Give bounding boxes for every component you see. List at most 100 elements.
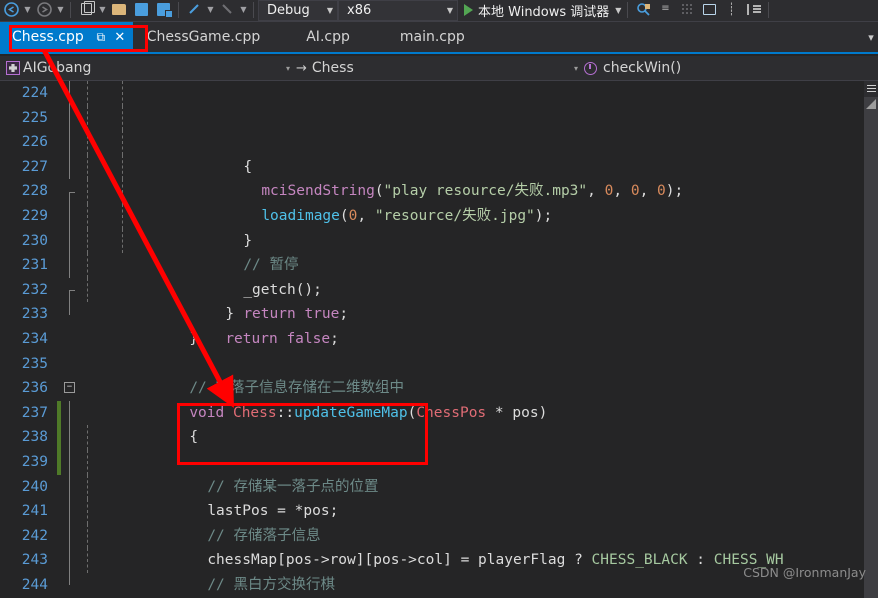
fold-column[interactable] bbox=[62, 179, 78, 204]
new-item-button[interactable] bbox=[75, 0, 97, 20]
back-dropdown-caret[interactable]: ▼ bbox=[22, 0, 33, 21]
fold-column[interactable] bbox=[62, 327, 78, 352]
code-text: lastPos = *pos; bbox=[78, 449, 864, 519]
fold-column[interactable] bbox=[62, 278, 78, 303]
new-item-dropdown-caret[interactable]: ▼ bbox=[97, 0, 108, 21]
toggle-panel-button[interactable]: ┊ bbox=[720, 0, 742, 20]
line-number: 226 bbox=[21, 134, 48, 151]
code-line[interactable]: 244 } bbox=[0, 572, 864, 598]
forward-navigate-button[interactable] bbox=[33, 0, 55, 20]
fold-column[interactable] bbox=[62, 228, 78, 254]
scrollbar-thumb[interactable] bbox=[866, 99, 876, 109]
code-line[interactable]: 224 { bbox=[0, 81, 864, 175]
magnifier-icon bbox=[637, 3, 650, 16]
solution-configuration-combo[interactable]: Debug ▼ bbox=[258, 0, 338, 21]
line-number: 234 bbox=[21, 330, 48, 347]
code-line[interactable]: 234 bbox=[0, 327, 864, 352]
tab-overflow-button[interactable]: ▾ bbox=[864, 22, 878, 52]
undo-dropdown-caret[interactable]: ▼ bbox=[205, 0, 216, 21]
fold-column[interactable] bbox=[62, 523, 78, 549]
save-button[interactable] bbox=[130, 0, 152, 20]
close-icon[interactable]: ✕ bbox=[113, 29, 127, 45]
code-token: Chess bbox=[232, 404, 277, 421]
tab-ai-cpp[interactable]: AI.cpp bbox=[272, 22, 380, 52]
forward-dropdown-caret[interactable]: ▼ bbox=[55, 0, 66, 21]
navbar-member-dropdown[interactable]: checkWin() bbox=[578, 56, 878, 81]
code-line[interactable]: 241 chessMap[pos->row][pos->col] = playe… bbox=[0, 499, 864, 568]
tab-main-cpp[interactable]: main.cpp bbox=[380, 22, 499, 52]
tab-chessgame-cpp[interactable]: ChessGame.cpp bbox=[135, 22, 272, 52]
code-line[interactable]: 233 } bbox=[0, 302, 864, 347]
fold-line bbox=[69, 474, 70, 500]
fold-column[interactable] bbox=[62, 352, 78, 377]
fold-line bbox=[69, 302, 70, 315]
code-token: -> bbox=[399, 552, 417, 569]
code-line[interactable]: 227 } bbox=[0, 154, 864, 249]
fold-column[interactable] bbox=[62, 105, 78, 131]
code-editor[interactable]: 224 { 225 mciSendString("play resource/失… bbox=[0, 81, 878, 598]
fold-column[interactable] bbox=[62, 130, 78, 155]
fold-column[interactable]: − bbox=[62, 376, 78, 401]
save-all-button[interactable] bbox=[152, 0, 174, 20]
code-line[interactable]: 240 // 存储落子信息 bbox=[0, 474, 864, 544]
code-line[interactable]: 242 // 黑白方交换行棋 bbox=[0, 523, 864, 593]
code-line[interactable]: 230 return true; bbox=[0, 228, 864, 322]
code-line[interactable]: 235 // 将落子信息存储在二维数组中 bbox=[0, 352, 864, 397]
code-line[interactable]: 238 // 存储某一落子点的位置 bbox=[0, 425, 864, 495]
code-line[interactable]: 225 mciSendString("play resource/失败.mp3"… bbox=[0, 105, 864, 199]
code-token: 0 bbox=[657, 183, 666, 200]
task-list-button[interactable] bbox=[742, 0, 764, 20]
collapse-toggle[interactable]: − bbox=[64, 382, 75, 394]
navbar-project-dropdown[interactable]: AIGobang ▾ bbox=[0, 56, 290, 81]
code-token: , bbox=[613, 183, 631, 200]
redo-dropdown-caret[interactable]: ▼ bbox=[238, 0, 249, 21]
code-line[interactable]: 236 − void Chess::updateGameMap(ChessPos… bbox=[0, 376, 864, 421]
code-line[interactable]: 239 lastPos = *pos; bbox=[0, 449, 864, 519]
fold-column[interactable] bbox=[62, 81, 78, 106]
code-token: return bbox=[243, 306, 296, 323]
redo-button[interactable] bbox=[216, 0, 238, 20]
vertical-scrollbar[interactable] bbox=[864, 81, 878, 598]
start-debugging-button[interactable]: 本地 Windows 调试器 ▼ bbox=[458, 0, 623, 21]
fold-column[interactable] bbox=[62, 203, 78, 229]
toolbar-group-navigate: ▼ ▼ bbox=[0, 0, 66, 21]
code-line[interactable]: 226 loadimage(0, "resource/失败.jpg"); bbox=[0, 130, 864, 224]
toolbar-overflow-button[interactable] bbox=[676, 0, 698, 20]
toolbar-group-file: ▼ bbox=[75, 0, 174, 21]
open-file-button[interactable] bbox=[108, 0, 130, 20]
solution-platform-combo[interactable]: x86 ▼ bbox=[338, 0, 458, 21]
fold-column[interactable] bbox=[62, 572, 78, 598]
code-line[interactable]: 231 } bbox=[0, 253, 864, 322]
fold-column[interactable] bbox=[62, 499, 78, 524]
code-token: lastPos bbox=[207, 503, 269, 520]
window-icon bbox=[702, 3, 716, 15]
undo-button[interactable] bbox=[183, 0, 205, 20]
fold-line bbox=[69, 203, 70, 229]
debug-target-caret-icon[interactable]: ▼ bbox=[615, 6, 621, 15]
fold-column[interactable] bbox=[62, 400, 78, 426]
window-layout-button[interactable] bbox=[698, 0, 720, 20]
tab-chess-cpp[interactable]: Chess.cpp ⧉ ✕ bbox=[0, 22, 133, 52]
indent-guide bbox=[122, 228, 123, 254]
fold-column[interactable] bbox=[62, 154, 78, 180]
fold-column[interactable] bbox=[62, 548, 78, 573]
back-navigate-button[interactable] bbox=[0, 0, 22, 20]
fold-column[interactable] bbox=[62, 302, 78, 327]
fold-column[interactable] bbox=[62, 449, 78, 475]
attach-process-button[interactable] bbox=[632, 0, 654, 20]
fold-column[interactable] bbox=[62, 474, 78, 500]
fold-line bbox=[69, 253, 70, 278]
save-all-icon bbox=[156, 2, 173, 18]
fold-column[interactable] bbox=[62, 425, 78, 450]
folder-icon bbox=[112, 3, 126, 15]
scrollbar-top-button[interactable] bbox=[864, 81, 878, 97]
pin-icon[interactable]: ⧉ bbox=[94, 29, 108, 45]
code-token: ] = bbox=[443, 552, 479, 569]
process-filter-button[interactable]: ≡ bbox=[654, 0, 676, 20]
code-token-group: chessMap[pos->row][pos->col] = playerFla… bbox=[165, 552, 783, 568]
code-line[interactable]: 232 return false; bbox=[0, 277, 864, 347]
fold-column[interactable] bbox=[62, 253, 78, 278]
navbar-class-dropdown[interactable]: → Chess ▾ bbox=[290, 56, 578, 81]
code-token: (); bbox=[295, 281, 322, 298]
